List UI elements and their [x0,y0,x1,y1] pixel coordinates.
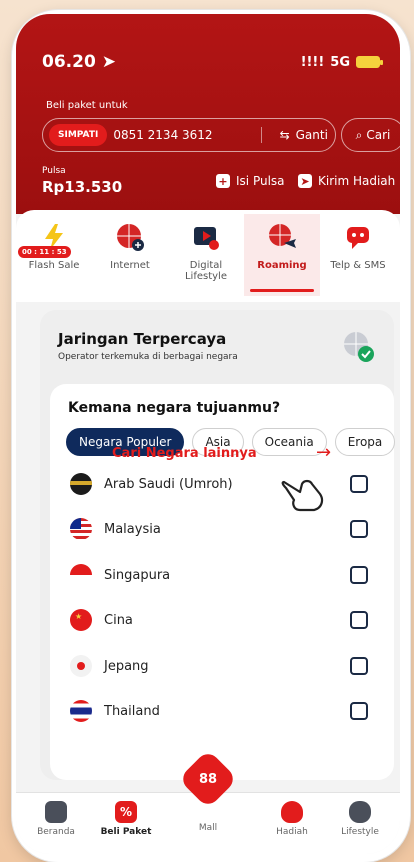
battery-icon [356,56,383,68]
nav-label: Lifestyle [341,827,379,837]
category-roaming[interactable]: Roaming [244,214,320,296]
category-telp-sms[interactable]: Telp & SMS [320,220,396,271]
chip-eropa[interactable]: Eropa [334,428,396,456]
nav-label: Mall [198,823,218,833]
search-icon: ⌕ [355,127,363,142]
pulsa-value: Rp13.530 [42,178,123,196]
singapore-flag-icon [70,564,92,586]
category-label: Roaming [257,260,307,271]
globe-plus-icon [113,220,147,254]
roaming-panel: Jaringan Terpercaya Operator terkemuka d… [40,310,396,780]
discount-icon: % [115,801,137,823]
divider [260,127,262,143]
category-label: Digital Lifestyle [184,260,227,282]
ganti-label: Ganti [295,128,328,142]
nav-mall[interactable]: Mall [178,823,238,833]
category-flash-sale[interactable]: 00 : 11 : 53 Flash Sale [16,220,92,271]
japan-flag-icon [70,655,92,677]
country-name: Thailand [104,703,160,719]
category-internet[interactable]: Internet [92,220,168,271]
country-name: Cina [104,612,133,628]
destination-question: Kemana negara tujuanmu? [68,400,281,416]
nav-lifestyle[interactable]: Lifestyle [330,801,390,837]
jaringan-title: Jaringan Terpercaya [58,330,227,348]
location-arrow-icon: ➤ [101,52,117,72]
kirim-hadiah-button[interactable]: ➤ Kirim Hadiah [298,174,395,188]
isi-pulsa-button[interactable]: + Isi Pulsa [216,174,285,188]
kirim-hadiah-label: Kirim Hadiah [318,174,396,188]
nav-hadiah[interactable]: Hadiah [262,801,322,837]
simpati-badge: SIMPATI [49,124,108,146]
flash-sale-timer: 00 : 11 : 53 [18,246,71,258]
media-icon [189,220,223,254]
nav-label: Beranda [37,827,75,837]
globe-plane-icon [265,220,299,254]
category-label: Telp & SMS [330,260,386,271]
ganti-button[interactable]: ⇆ Ganti [280,128,328,142]
status-time: 06.20 ➤ [42,52,116,72]
country-row-jepang[interactable]: Jepang [70,646,392,686]
signal-icon: !!!! [300,54,325,70]
cari-label: Cari [366,128,391,142]
chat-icon [341,220,375,254]
country-row-malaysia[interactable]: Malaysia [70,509,392,549]
country-row-cina[interactable]: ★ Cina [70,600,392,640]
time-text: 06.20 [42,52,96,72]
malaysia-flag-icon [70,518,92,540]
country-checkbox[interactable] [350,611,368,629]
status-bar: 06.20 ➤ !!!! 5G [42,50,383,74]
nav-label: Beli Paket [100,827,152,837]
country-checkbox[interactable] [350,475,368,493]
nav-label: Hadiah [276,827,308,837]
country-name: Arab Saudi (Umroh) [104,476,233,492]
country-checkbox[interactable] [350,520,368,538]
send-icon: ➤ [298,174,312,188]
globe-check-icon [344,332,374,362]
kaaba-icon [70,473,92,495]
country-name: Malaysia [104,521,161,537]
country-row-singapura[interactable]: Singapura [70,555,392,595]
jaringan-subtitle: Operator terkemuka di berbagai negara [58,352,238,362]
china-flag-icon: ★ [70,609,92,631]
category-label: Flash Sale [28,260,80,271]
plus-icon: + [216,174,230,188]
phone-number: 0851 2134 3612 [113,128,213,142]
cari-negara-lainnya-link[interactable]: Cari Negara lainnya [112,446,257,461]
category-bar: 00 : 11 : 53 Flash Sale Internet Digital… [16,210,400,302]
country-row-arab-saudi[interactable]: Arab Saudi (Umroh) [70,464,392,504]
category-label: Internet [110,260,150,271]
country-checkbox[interactable] [350,566,368,584]
nav-beli-paket[interactable]: % Beli Paket [96,801,156,837]
gift-icon [281,801,303,823]
mall-icon: 88 [198,771,218,787]
pulsa-label: Pulsa [42,166,66,176]
thailand-flag-icon [70,700,92,722]
home-icon [45,801,67,823]
cari-button[interactable]: ⌕ Cari [341,118,400,152]
swap-icon: ⇆ [279,128,290,142]
isi-pulsa-label: Isi Pulsa [236,174,285,188]
country-row-thailand[interactable]: Thailand [70,691,392,731]
country-checkbox[interactable] [350,657,368,675]
header: 06.20 ➤ !!!! 5G Beli paket untuk SIMPATI… [16,14,400,214]
network-label: 5G [330,54,350,70]
arrow-right-icon[interactable]: → [316,442,331,463]
status-right: !!!! 5G [300,54,383,70]
country-name: Singapura [104,567,171,583]
beli-label: Beli paket untuk [46,100,128,111]
destination-card: Kemana negara tujuanmu? Negara Populer A… [50,384,396,780]
gamepad-icon [349,801,371,823]
country-name: Jepang [104,658,149,674]
country-checkbox[interactable] [350,702,368,720]
nav-beranda[interactable]: Beranda [26,801,86,837]
category-digital-lifestyle[interactable]: Digital Lifestyle [168,220,244,282]
hand-pointer-icon [281,479,324,512]
phone-number-box[interactable]: SIMPATI 0851 2134 3612 ⇆ Ganti [42,118,336,152]
app-screen: 06.20 ➤ !!!! 5G Beli paket untuk SIMPATI… [16,14,400,854]
